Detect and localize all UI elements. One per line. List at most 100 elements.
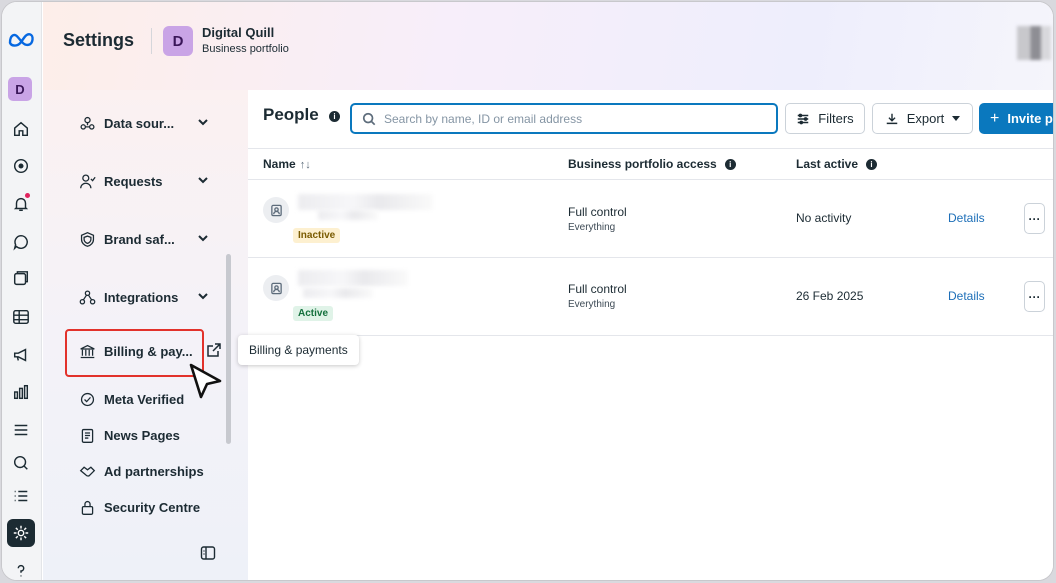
access-scope: Everything [568,222,616,233]
person-icon [263,275,289,301]
last-active: No activity [796,211,852,225]
news-icon [77,425,97,445]
requests-icon [77,171,97,191]
access-level: Full control [568,282,627,296]
search-box[interactable] [350,103,778,134]
billing-tooltip: Billing & payments [238,335,359,365]
nav-item-requests[interactable]: Requests [77,168,208,194]
nav-item-brand-safety[interactable]: Brand saf... [77,226,208,252]
user-profile-thumbnail[interactable] [1017,26,1051,60]
shield-icon [77,229,97,249]
table-row[interactable]: Active Full control Everything 26 Feb 20… [248,258,1053,336]
portfolio-initial: D [172,32,184,50]
filters-icon [798,113,809,124]
status-badge: Inactive [293,228,341,243]
nav-item-label: Requests [104,173,163,189]
info-icon[interactable]: i [724,159,736,171]
table-icon[interactable] [7,303,35,331]
collapse-sidebar-icon[interactable] [200,545,218,563]
export-label: Export [906,111,945,126]
person-icon [263,197,289,223]
last-active: 26 Feb 2025 [796,289,864,303]
sidenav-scrollbar[interactable] [226,254,231,444]
status-badge: Active [293,306,334,321]
access-level: Full control [568,205,627,219]
icon-rail: D [2,2,42,580]
column-name-label: Name [263,157,296,171]
chevron-down-icon[interactable] [197,290,209,305]
redacted-name [298,270,408,286]
chart-icon[interactable] [7,378,35,406]
invite-label: Invite pe [1007,111,1053,126]
column-last-active: Last active i [796,157,878,171]
people-title: People [263,105,319,124]
column-name[interactable]: Name ↑↓ [263,157,311,171]
integrations-icon [77,287,97,307]
portfolio-type: Business portfolio [202,43,289,55]
home-icon[interactable] [7,115,35,143]
more-options-button[interactable]: ··· [1024,281,1045,312]
column-access: Business portfolio access i [568,157,736,171]
nav-item-label: Meta Verified [104,391,185,407]
portfolio-name[interactable]: Digital Quill [202,25,274,40]
settings-sidenav: Data sour... Requests Brand saf... Integ… [43,90,248,580]
redacted-name [298,194,433,210]
compass-icon[interactable] [7,152,35,180]
list-icon[interactable] [7,482,35,510]
chevron-down-icon[interactable] [197,232,209,247]
bell-icon[interactable] [7,190,35,218]
nav-item-label: News Pages [104,427,180,443]
nav-item-label: Brand saf... [104,231,175,247]
avatar-initial: D [15,81,25,97]
nav-item-data-sources[interactable]: Data sour... [77,110,208,136]
data-sources-icon [77,113,97,133]
meta-logo-icon[interactable] [5,25,39,53]
search-input[interactable] [384,111,764,126]
chevron-down-icon[interactable] [197,116,209,131]
redacted-detail [303,288,373,298]
caret-down-icon [952,116,961,121]
top-header: Settings D Digital Quill Business portfo… [43,2,1053,90]
external-link-icon[interactable] [207,343,223,359]
redacted-detail [318,210,378,220]
lock-icon [77,497,97,517]
plus-icon: + [990,109,1000,127]
sort-icon[interactable]: ↑↓ [300,159,311,171]
info-icon[interactable]: i [866,159,878,171]
search-icon [362,112,376,125]
info-icon[interactable]: i [329,111,340,122]
help-icon[interactable] [7,557,35,580]
menu-icon[interactable] [7,416,35,444]
column-access-label: Business portfolio access [568,157,717,171]
details-link[interactable]: Details [948,211,985,225]
account-avatar[interactable]: D [8,77,32,101]
search-icon[interactable] [7,449,35,477]
table-header: Name ↑↓ Business portfolio access i Last a… [248,148,1053,180]
column-last-active-label: Last active [796,157,859,171]
nav-item-meta-verified[interactable]: Meta Verified [77,386,184,412]
page-title: Settings [63,30,135,50]
nav-item-security-centre[interactable]: Security Centre [77,494,200,520]
chat-icon[interactable] [7,228,35,256]
app-window: D Settings D Digital Quill Business port… [1,1,1054,581]
more-options-button[interactable]: ··· [1024,203,1045,234]
nav-item-integrations[interactable]: Integrations [77,284,208,310]
nav-item-news-pages[interactable]: News Pages [77,422,180,448]
handshake-icon [77,461,97,481]
table-row[interactable]: Inactive Full control Everything No acti… [248,180,1053,258]
filters-button[interactable]: Filters [785,103,865,134]
invite-people-button[interactable]: + Invite pe [979,103,1053,134]
nav-item-ad-partnerships[interactable]: Ad partnerships [77,458,204,484]
chevron-down-icon[interactable] [197,174,209,189]
megaphone-icon[interactable] [7,341,35,369]
nav-item-label: Security Centre [104,499,201,515]
export-button[interactable]: Export [872,103,973,134]
nav-item-label: Integrations [104,289,179,305]
details-link[interactable]: Details [948,289,985,303]
download-icon [886,113,897,124]
portfolio-avatar[interactable]: D [163,26,193,56]
gear-icon[interactable] [7,519,35,547]
nav-item-label: Data sour... [104,115,175,131]
pages-icon[interactable] [7,265,35,293]
notification-dot [25,193,30,198]
